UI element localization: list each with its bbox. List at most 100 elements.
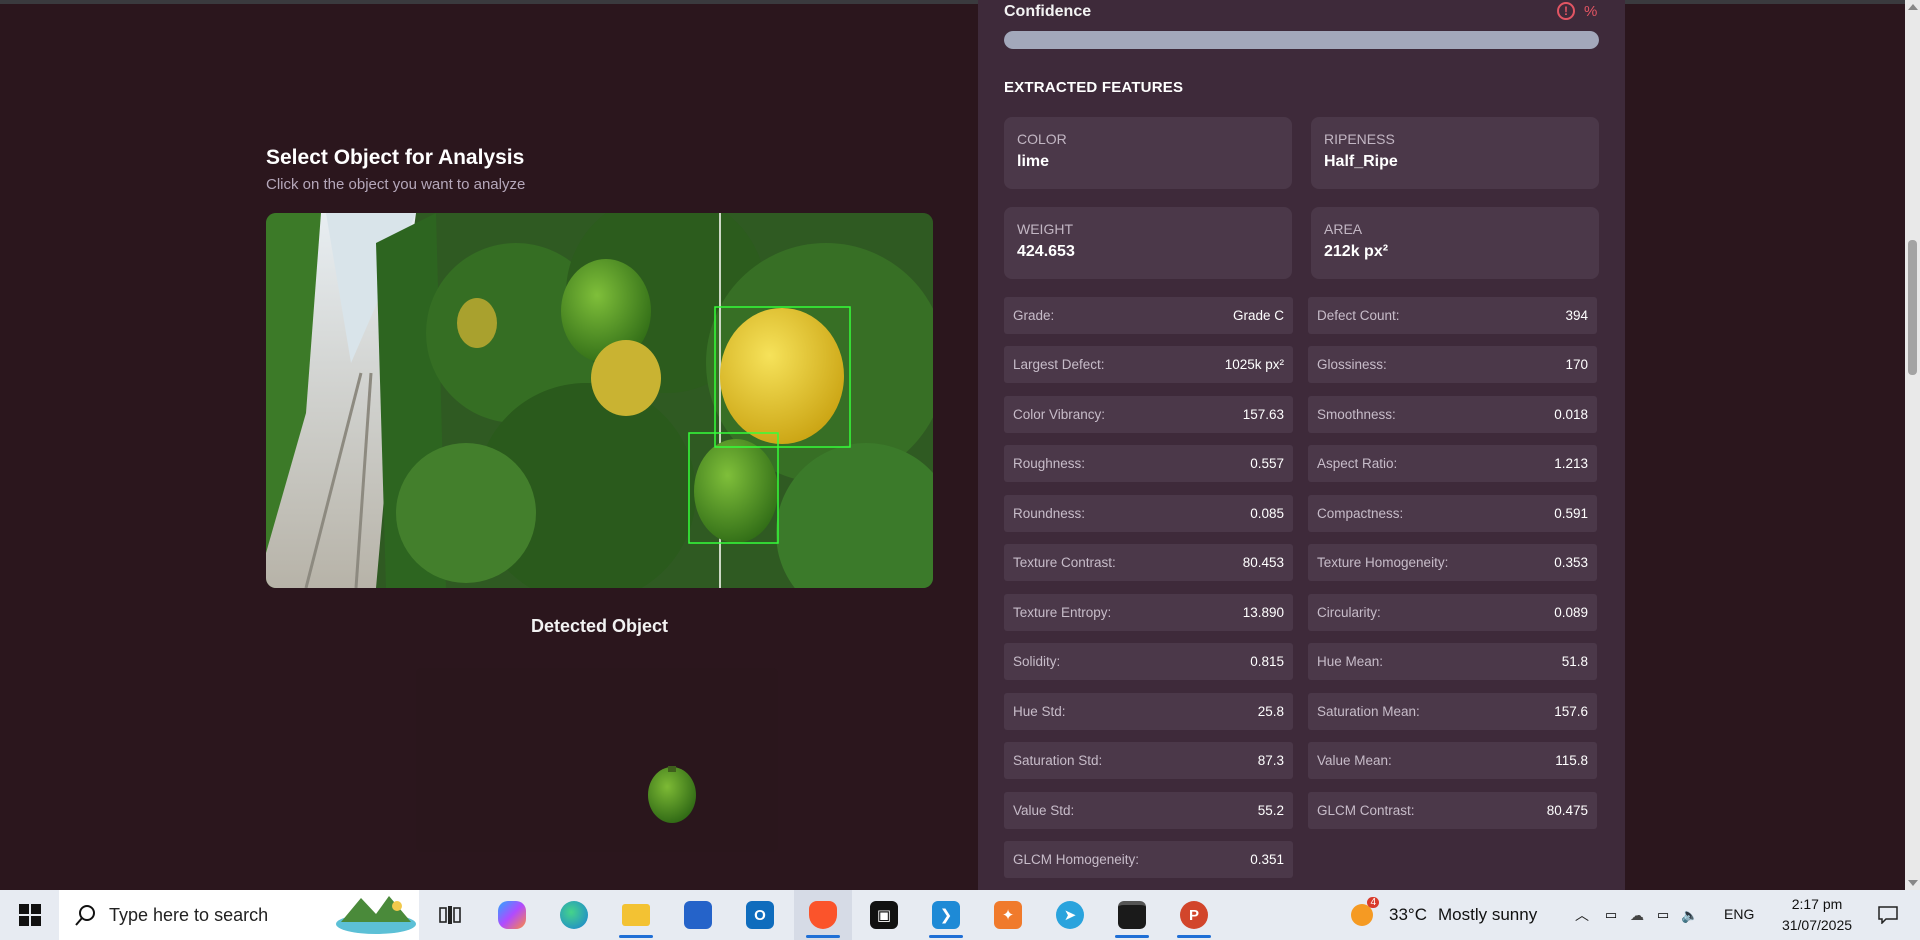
weather-badge: 4 <box>1367 897 1379 908</box>
feature-card-color: COLOR lime <box>1004 117 1292 189</box>
outlook-icon: O <box>746 901 774 929</box>
feature-key: Grade: <box>1013 308 1055 323</box>
feature-value: 1025k px² <box>1224 357 1284 372</box>
feature-key: Glossiness: <box>1317 357 1387 372</box>
feature-value: 0.089 <box>1554 605 1588 620</box>
taskbar-search[interactable]: Type here to search <box>59 890 419 940</box>
powerpoint-icon: P <box>1180 901 1208 929</box>
confidence-percent: % <box>1584 3 1598 20</box>
weather-widget[interactable]: 4 <box>1348 890 1379 940</box>
task-view-icon <box>439 906 461 924</box>
feature-key: Compactness: <box>1317 506 1404 521</box>
feature-card-area: AREA 212k px² <box>1311 207 1599 279</box>
brave-button[interactable] <box>794 890 852 940</box>
feature-key: Roughness: <box>1013 456 1086 471</box>
running-indicator <box>929 935 963 938</box>
chevron-up-icon: ︿ <box>1575 907 1589 923</box>
feature-row: Circularity: 0.089 <box>1308 594 1597 631</box>
telegram-button[interactable]: ➤ <box>1046 890 1094 940</box>
postman-icon: ✦ <box>994 901 1022 929</box>
copilot-button[interactable] <box>488 890 536 940</box>
feature-card-value: Half_Ripe <box>1324 153 1398 170</box>
clock-time[interactable]: 2:17 pm <box>1785 896 1849 912</box>
page-scrollbar[interactable] <box>1905 0 1920 890</box>
feature-row: Texture Contrast: 80.453 <box>1004 544 1293 581</box>
feature-value: 157.6 <box>1554 704 1588 719</box>
feature-value: 0.351 <box>1250 852 1284 867</box>
show-hidden-icons-button[interactable]: ︿ <box>1570 890 1594 940</box>
terminal-app-button[interactable]: ▣ <box>860 890 908 940</box>
feature-value: 0.018 <box>1554 407 1588 422</box>
feature-card-label: COLOR <box>1017 131 1067 147</box>
feature-row: Color Vibrancy: 157.63 <box>1004 396 1293 433</box>
feature-value: 80.475 <box>1546 803 1588 818</box>
weather-text[interactable]: Mostly sunny <box>1438 905 1537 925</box>
feature-card-label: RIPENESS <box>1324 131 1395 147</box>
feature-key: Hue Std: <box>1013 704 1066 719</box>
page-title: Select Object for Analysis <box>266 146 525 169</box>
scroll-down-icon[interactable] <box>1908 880 1918 886</box>
cmd-icon <box>1118 901 1146 929</box>
language-indicator[interactable]: ENG <box>1724 906 1754 922</box>
powerpoint-button[interactable]: P <box>1170 890 1218 940</box>
scroll-thumb[interactable] <box>1908 240 1917 375</box>
feature-key: Largest Defect: <box>1013 357 1105 372</box>
network-icon: ▭ <box>1656 907 1670 922</box>
cmd-button[interactable] <box>1108 890 1156 940</box>
feature-value: 51.8 <box>1561 654 1588 669</box>
feature-key: Roundness: <box>1013 506 1086 521</box>
feature-key: Texture Contrast: <box>1013 555 1116 570</box>
taskbar: Type here to search O ▣ ❯ ✦ ➤ P 4 33°C M… <box>0 890 1920 940</box>
feature-key: Hue Mean: <box>1317 654 1384 669</box>
telegram-icon: ➤ <box>1056 901 1084 929</box>
feature-value: 0.591 <box>1554 506 1588 521</box>
feature-row: Compactness: 0.591 <box>1308 495 1597 532</box>
sun-icon: 4 <box>1351 897 1379 926</box>
meet-now-button[interactable]: ▭ <box>1600 890 1622 940</box>
feature-value: 0.085 <box>1250 506 1284 521</box>
feature-key: Texture Homogeneity: <box>1317 555 1449 570</box>
microsoft-store-icon <box>684 901 712 929</box>
feature-row: GLCM Homogeneity: 0.351 <box>1004 841 1293 878</box>
notifications-button[interactable] <box>1868 890 1908 940</box>
feature-key: Saturation Mean: <box>1317 704 1420 719</box>
feature-value: 394 <box>1565 308 1588 323</box>
feature-row: Hue Std: 25.8 <box>1004 693 1293 730</box>
task-view-button[interactable] <box>426 890 474 940</box>
microsoft-store-button[interactable] <box>674 890 722 940</box>
feature-key: GLCM Contrast: <box>1317 803 1415 818</box>
detected-pepper-image <box>648 766 696 823</box>
feature-card-label: WEIGHT <box>1017 221 1073 237</box>
feature-key: Value Std: <box>1013 803 1075 818</box>
clock-date[interactable]: 31/07/2025 <box>1767 917 1867 933</box>
cloud-icon: ☁ <box>1630 906 1644 923</box>
start-button[interactable] <box>0 890 59 940</box>
outlook-button[interactable]: O <box>736 890 784 940</box>
file-explorer-button[interactable] <box>612 890 660 940</box>
feature-card-ripeness: RIPENESS Half_Ripe <box>1311 117 1599 189</box>
feature-card-label: AREA <box>1324 221 1363 237</box>
onedrive-button[interactable]: ☁ <box>1626 890 1648 940</box>
feature-value: 115.8 <box>1555 753 1588 768</box>
edge-icon <box>560 901 588 929</box>
feature-key: Color Vibrancy: <box>1013 407 1106 422</box>
volume-button[interactable]: 🔈 <box>1678 890 1702 940</box>
feature-row: Defect Count: 394 <box>1308 297 1597 334</box>
feature-value: 80.453 <box>1242 555 1284 570</box>
running-indicator <box>1177 935 1211 938</box>
file-explorer-icon <box>622 904 650 926</box>
edge-button[interactable] <box>550 890 598 940</box>
network-button[interactable]: ▭ <box>1652 890 1674 940</box>
vscode-button[interactable]: ❯ <box>922 890 970 940</box>
terminal-app-icon: ▣ <box>870 901 898 929</box>
feature-row: Saturation Std: 87.3 <box>1004 742 1293 779</box>
temperature-text[interactable]: 33°C <box>1389 905 1427 925</box>
scroll-up-icon[interactable] <box>1908 4 1918 10</box>
feature-row: Roughness: 0.557 <box>1004 445 1293 482</box>
copilot-icon <box>498 901 526 929</box>
running-indicator <box>806 935 840 938</box>
detected-object-preview <box>416 668 778 852</box>
postman-button[interactable]: ✦ <box>984 890 1032 940</box>
analysis-image[interactable] <box>266 213 933 588</box>
speaker-icon: 🔈 <box>1681 906 1699 923</box>
